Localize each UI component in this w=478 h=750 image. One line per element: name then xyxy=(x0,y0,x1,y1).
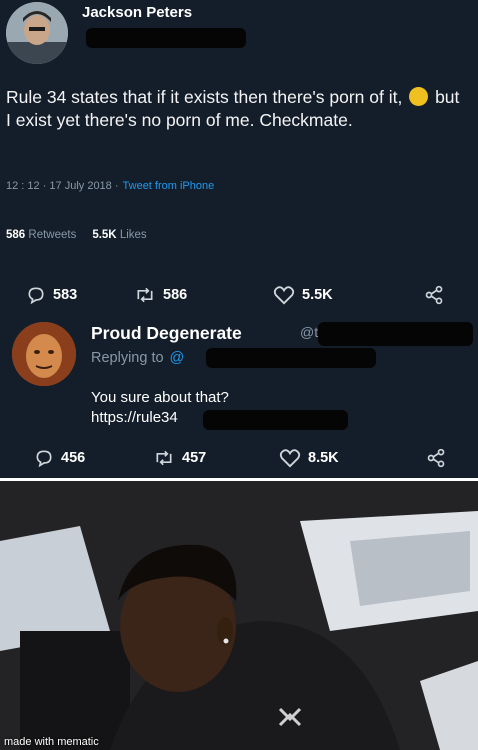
tweet-meta: 12 : 12 · 17 July 2018 · Tweet from iPhon… xyxy=(6,180,214,192)
tweet-source-link[interactable]: Tweet from iPhone xyxy=(123,180,215,192)
author-avatar[interactable] xyxy=(6,2,68,64)
redacted-link xyxy=(203,410,348,430)
heart-icon xyxy=(279,449,301,468)
author-photo xyxy=(6,2,68,64)
watermark: made with mematic xyxy=(4,736,99,748)
reply-icon xyxy=(36,450,52,468)
tweet-counts: 586 Retweets 5.5K Likes xyxy=(6,229,147,241)
reply-author-handle[interactable]: @t xyxy=(300,324,318,340)
tweet-timestamp: 12 : 12 · 17 July 2018 · xyxy=(6,180,119,192)
reaction-photo: made with mematic xyxy=(0,481,478,750)
retweets-label[interactable]: Retweets xyxy=(28,229,76,241)
reply-icon xyxy=(28,287,44,305)
thinking-face-icon xyxy=(409,87,429,106)
reply-like-count: 8.5K xyxy=(308,450,339,466)
share-icon xyxy=(427,448,445,468)
reply-retweet-count: 457 xyxy=(182,450,207,466)
tweet-action-bar: 583 586 5.5K xyxy=(0,283,478,307)
reply-share-button[interactable] xyxy=(426,446,453,470)
reply-author-name[interactable]: Proud Degenerate xyxy=(91,323,242,344)
reply-action-bar: 456 457 8.5K xyxy=(0,446,478,470)
reply-retweet-button[interactable]: 457 xyxy=(153,446,206,470)
retweet-icon xyxy=(156,450,172,466)
redacted-handle xyxy=(86,28,246,48)
retweet-count: 586 xyxy=(163,287,188,303)
retweet-icon xyxy=(137,287,153,303)
car-scene-illustration xyxy=(0,481,478,750)
reply-text-line1: You sure about that? xyxy=(91,389,229,406)
tweet-text: Rule 34 states that if it exists then th… xyxy=(6,86,466,132)
reply-button[interactable]: 583 xyxy=(26,283,77,307)
author-name[interactable]: Jackson Peters xyxy=(82,4,192,21)
replying-to: Replying to @ xyxy=(91,350,184,366)
reply-like-button[interactable]: 8.5K xyxy=(279,446,339,470)
likes-count[interactable]: 5.5K xyxy=(92,229,116,241)
like-count: 5.5K xyxy=(302,287,333,303)
retweet-button[interactable]: 586 xyxy=(134,283,187,307)
retweets-count[interactable]: 586 xyxy=(6,229,25,241)
reply-author-avatar[interactable] xyxy=(12,322,76,386)
replying-to-handle[interactable]: @ xyxy=(170,350,185,366)
share-button[interactable] xyxy=(424,283,451,307)
reply-reply-button[interactable]: 456 xyxy=(34,446,85,470)
tweet-text-part1: Rule 34 states that if it exists then th… xyxy=(6,87,403,107)
tweet-screenshot: Jackson Peters Rule 34 states that if it… xyxy=(0,0,478,478)
like-button[interactable]: 5.5K xyxy=(273,283,333,307)
redacted-reply-handle xyxy=(318,322,473,346)
share-icon xyxy=(425,285,443,305)
replying-to-label: Replying to xyxy=(91,350,164,366)
reply-count: 583 xyxy=(53,287,78,303)
reply-author-photo xyxy=(12,322,76,386)
likes-label[interactable]: Likes xyxy=(120,229,147,241)
redacted-replying-handle xyxy=(206,348,376,368)
heart-icon xyxy=(273,286,295,305)
reply-reply-count: 456 xyxy=(61,450,86,466)
